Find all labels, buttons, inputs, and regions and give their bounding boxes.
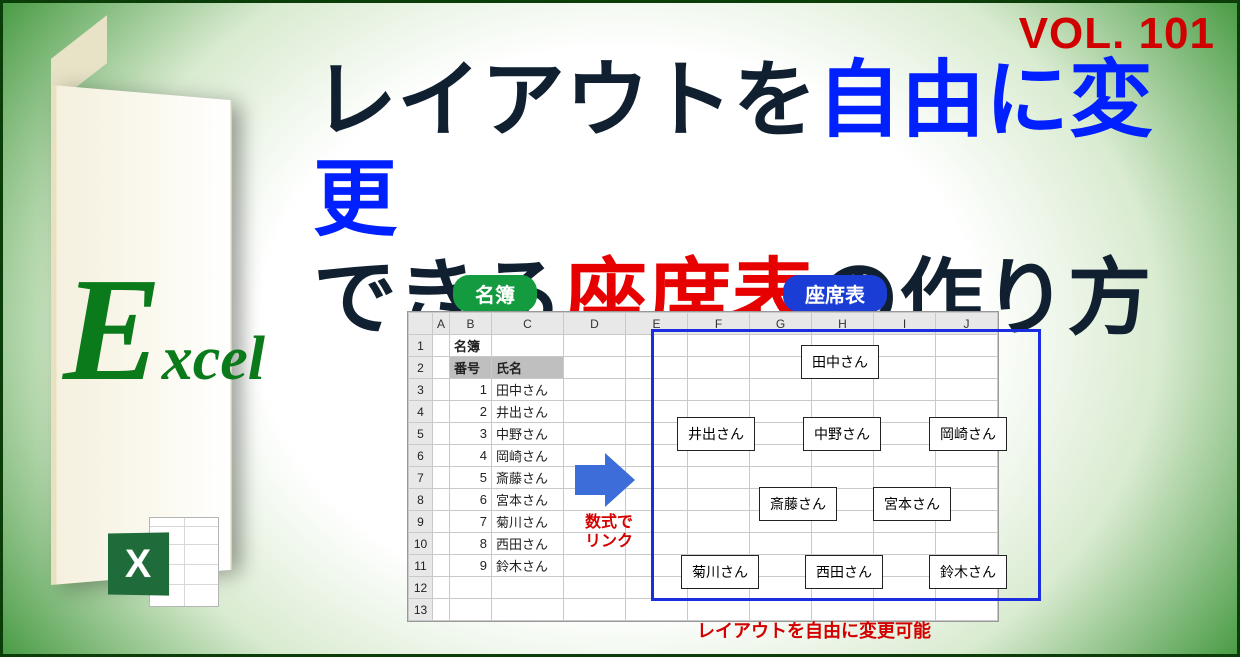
cell[interactable]: 鈴木さん: [492, 555, 564, 577]
arrow-caption-l1: 数式で: [585, 514, 633, 531]
cell[interactable]: 斎藤さん: [492, 467, 564, 489]
cell[interactable]: [564, 599, 626, 621]
cell[interactable]: [433, 577, 450, 599]
cell[interactable]: 西田さん: [492, 533, 564, 555]
cell[interactable]: [433, 511, 450, 533]
cell[interactable]: 9: [450, 555, 492, 577]
cell[interactable]: [433, 445, 450, 467]
cell[interactable]: [564, 423, 626, 445]
select-all-corner[interactable]: [409, 313, 433, 335]
row-header[interactable]: 12: [409, 577, 433, 599]
cell[interactable]: 氏名: [492, 357, 564, 379]
cell[interactable]: [433, 357, 450, 379]
cell[interactable]: [564, 379, 626, 401]
row-header[interactable]: 7: [409, 467, 433, 489]
title-1b: を: [733, 53, 817, 147]
excel-letter-e: E: [63, 271, 162, 389]
row-header[interactable]: 6: [409, 445, 433, 467]
cell[interactable]: [564, 357, 626, 379]
row-header[interactable]: 1: [409, 335, 433, 357]
row-header[interactable]: 3: [409, 379, 433, 401]
cell[interactable]: [492, 577, 564, 599]
excel-icon-badge: X: [108, 532, 169, 595]
seat-box[interactable]: 宮本さん: [873, 487, 951, 521]
seat-box[interactable]: 鈴木さん: [929, 555, 1007, 589]
seating-chart: 田中さん井出さん 中野さん 岡崎さん斎藤さん 宮本さん菊川さん 西田さん 鈴木さん: [651, 323, 1041, 615]
title-1a: レイアウト: [313, 53, 733, 147]
seat-box[interactable]: 西田さん: [805, 555, 883, 589]
seat-box[interactable]: 中野さん: [803, 417, 881, 451]
cell[interactable]: [564, 555, 626, 577]
cell[interactable]: [433, 423, 450, 445]
cell[interactable]: [433, 489, 450, 511]
cell[interactable]: 8: [450, 533, 492, 555]
cell[interactable]: 名簿: [450, 335, 492, 357]
cell[interactable]: [564, 577, 626, 599]
cell[interactable]: [433, 555, 450, 577]
row-header[interactable]: 5: [409, 423, 433, 445]
cell[interactable]: 中野さん: [492, 423, 564, 445]
row-header[interactable]: 8: [409, 489, 433, 511]
cell[interactable]: 3: [450, 423, 492, 445]
excel-app-icon: X: [107, 511, 219, 613]
seat-box[interactable]: 井出さん: [677, 417, 755, 451]
cell[interactable]: [450, 577, 492, 599]
seat-box[interactable]: 岡崎さん: [929, 417, 1007, 451]
excel-wordmark: Excel: [63, 271, 265, 395]
cell[interactable]: [433, 599, 450, 621]
cell[interactable]: [433, 335, 450, 357]
title-block: レイアウトを自由に変更 できる座席表の作り方: [313, 51, 1213, 348]
cell[interactable]: 井出さん: [492, 401, 564, 423]
col-header[interactable]: A: [433, 313, 450, 335]
pill-seating: 座席表: [783, 275, 887, 312]
cell[interactable]: [564, 401, 626, 423]
cell[interactable]: 5: [450, 467, 492, 489]
cell[interactable]: 田中さん: [492, 379, 564, 401]
row-header[interactable]: 9: [409, 511, 433, 533]
arrow-caption: 数式で リンク: [569, 513, 649, 551]
arrow-caption-l2: リンク: [585, 533, 633, 550]
cell[interactable]: [433, 401, 450, 423]
cell[interactable]: 6: [450, 489, 492, 511]
cell[interactable]: 菊川さん: [492, 511, 564, 533]
row-header[interactable]: 13: [409, 599, 433, 621]
cell[interactable]: [450, 599, 492, 621]
row-header[interactable]: 2: [409, 357, 433, 379]
cell[interactable]: [492, 335, 564, 357]
thumbnail-frame: VOL. 101 Excel X レイアウトを自由に変更 できる座席表の作り方 …: [0, 0, 1240, 657]
seat-box[interactable]: 田中さん: [801, 345, 879, 379]
seating-chart-caption: レイアウトを自由に変更可能: [697, 617, 931, 643]
row-header[interactable]: 4: [409, 401, 433, 423]
pill-roster: 名簿: [453, 275, 537, 312]
row-header[interactable]: 11: [409, 555, 433, 577]
excel-letter-rest: xcel: [162, 324, 265, 395]
cell[interactable]: 番号: [450, 357, 492, 379]
col-header[interactable]: B: [450, 313, 492, 335]
cell[interactable]: 4: [450, 445, 492, 467]
cell[interactable]: 宮本さん: [492, 489, 564, 511]
cell[interactable]: 岡崎さん: [492, 445, 564, 467]
cell[interactable]: [433, 379, 450, 401]
cell[interactable]: [433, 467, 450, 489]
cell[interactable]: [564, 335, 626, 357]
cell[interactable]: [433, 533, 450, 555]
seat-box[interactable]: 菊川さん: [681, 555, 759, 589]
cell[interactable]: [492, 599, 564, 621]
cell[interactable]: 1: [450, 379, 492, 401]
row-header[interactable]: 10: [409, 533, 433, 555]
seat-box[interactable]: 斎藤さん: [759, 487, 837, 521]
col-header[interactable]: D: [564, 313, 626, 335]
cell[interactable]: 2: [450, 401, 492, 423]
cell[interactable]: 7: [450, 511, 492, 533]
col-header[interactable]: C: [492, 313, 564, 335]
